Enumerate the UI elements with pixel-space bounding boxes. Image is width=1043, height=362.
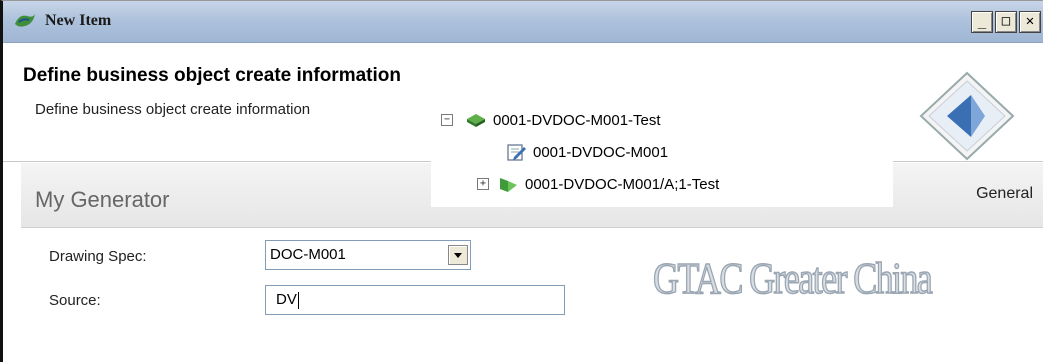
tree-item-root[interactable]: − 0001-DVDOC-M001-Test (441, 111, 661, 129)
collapse-icon[interactable]: − (441, 114, 453, 126)
tree-item-label: 0001-DVDOC-M001 (533, 143, 669, 161)
item-icon (467, 114, 485, 127)
wizard-logo-icon (919, 71, 1015, 161)
minimize-button[interactable]: _ (971, 11, 993, 33)
app-icon (15, 14, 35, 27)
tree-item-dataset[interactable]: 0001-DVDOC-M001 (505, 143, 668, 161)
new-item-window: New Item _ □ ✕ Define business object cr… (0, 0, 1043, 362)
tree-item-label: 0001-DVDOC-M001-Test (493, 111, 661, 129)
drawing-spec-select[interactable]: DOC-M001 (265, 240, 471, 270)
window-controls: _ □ ✕ (971, 11, 1041, 33)
source-value: DV (276, 291, 299, 309)
item-revision-icon (500, 178, 517, 192)
generator-title: My Generator (35, 187, 170, 212)
text-caret (297, 291, 299, 309)
object-tree: − 0001-DVDOC-M001-Test 0001-DVDOC-M001 + (431, 97, 893, 207)
title-bar[interactable]: New Item _ □ ✕ (3, 1, 1043, 43)
drawing-spec-label: Drawing Spec: (49, 248, 147, 265)
drawing-spec-value: DOC-M001 (270, 246, 346, 263)
tree-item-label: 0001-DVDOC-M001/A;1-Test (525, 175, 720, 193)
chevron-down-icon[interactable] (448, 245, 468, 265)
watermark-text: GTAC Greater China (652, 253, 933, 304)
expand-icon[interactable]: + (477, 178, 489, 190)
tab-general[interactable]: General (976, 185, 1033, 203)
close-button[interactable]: ✕ (1019, 11, 1041, 33)
maximize-button[interactable]: □ (995, 11, 1017, 33)
window-title: New Item (45, 12, 112, 29)
source-input[interactable]: DV (265, 285, 565, 315)
page-title: Define business object create informatio… (23, 65, 401, 86)
source-label: Source: (49, 292, 101, 309)
page-description: Define business object create informatio… (35, 101, 311, 118)
tree-item-revision[interactable]: + 0001-DVDOC-M001/A;1-Test (477, 175, 719, 193)
dataset-icon (507, 144, 526, 161)
